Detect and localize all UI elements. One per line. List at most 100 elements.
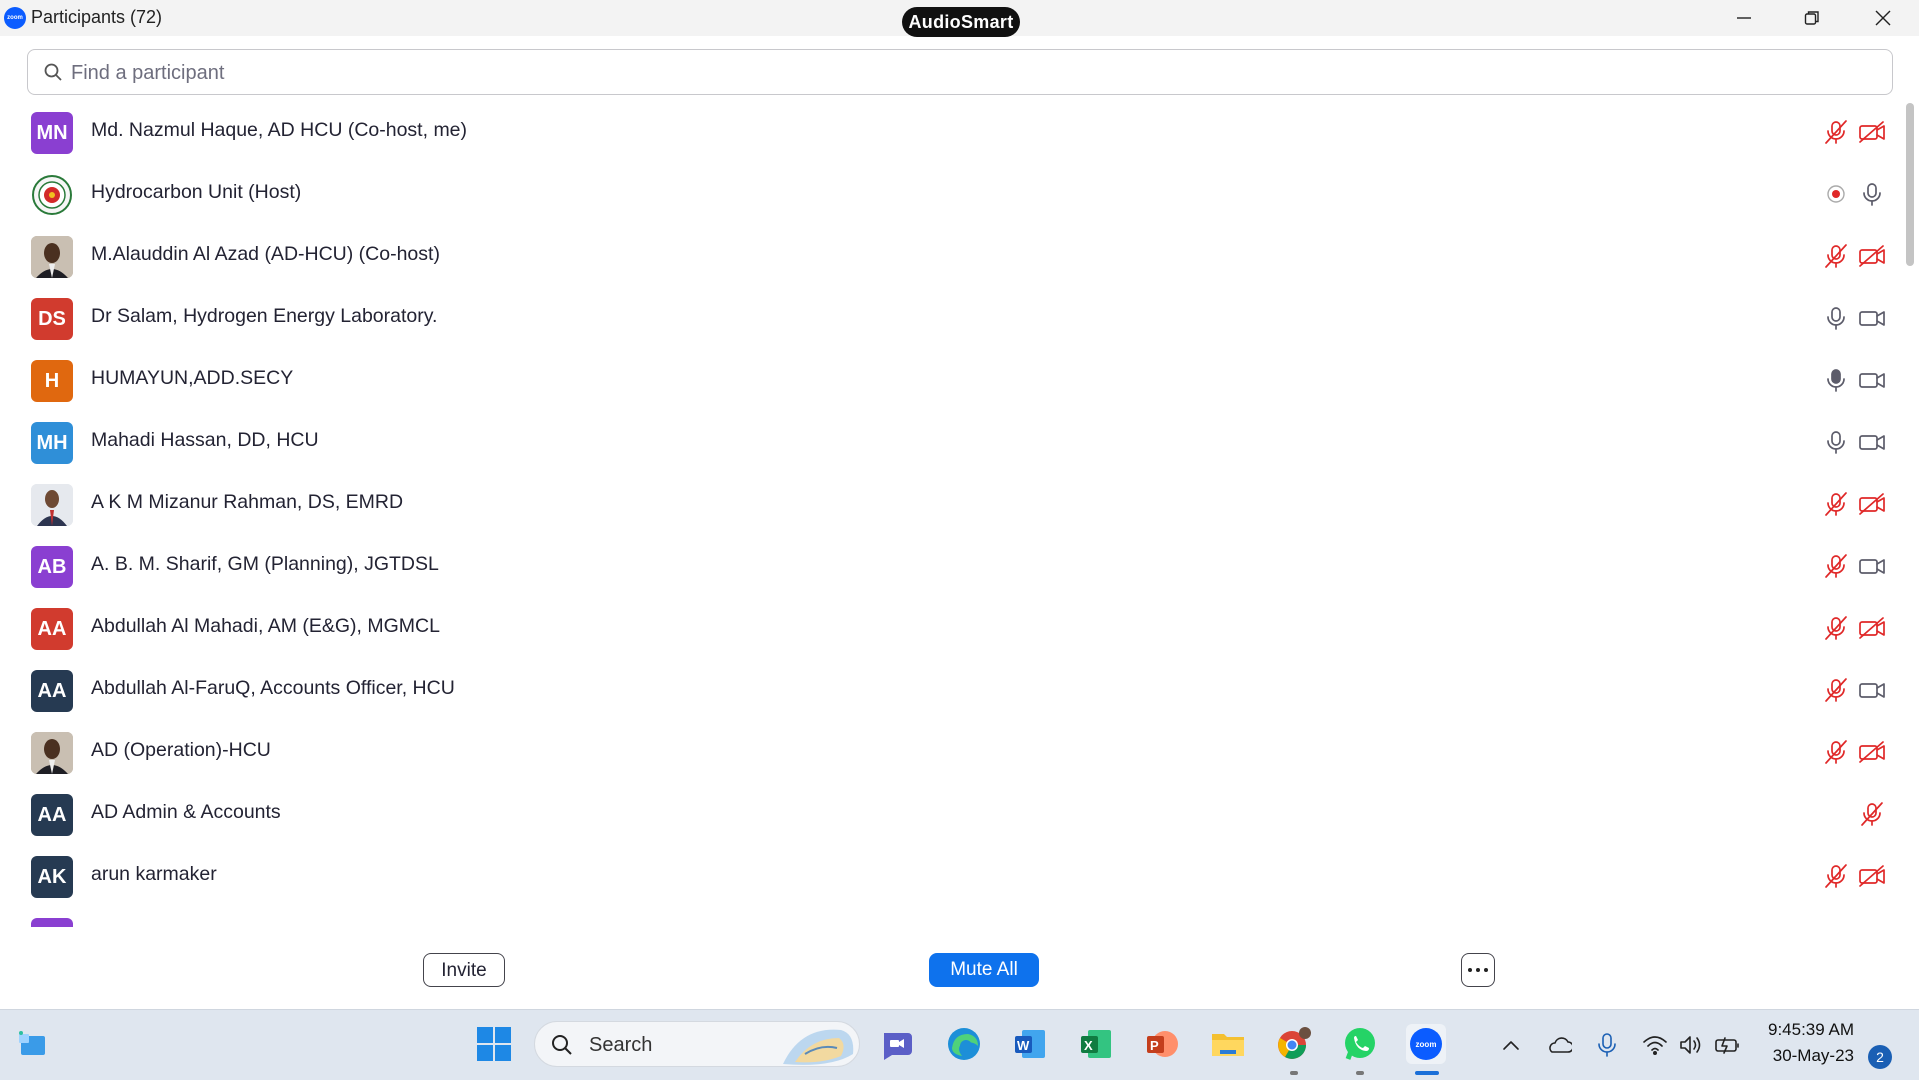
wifi-icon[interactable] xyxy=(1642,1032,1668,1058)
taskbar: Search W X P zoom 9:45:39 AM 30-May-23 2 xyxy=(0,1009,1919,1080)
participant-name: HUMAYUN,ADD.SECY xyxy=(91,367,294,389)
participant-row[interactable]: MN Md. Nazmul Haque, AD HCU (Co-host, me… xyxy=(0,101,1900,163)
mic-muted-icon[interactable] xyxy=(1822,862,1850,890)
photo-avatar xyxy=(31,484,73,526)
restore-button[interactable] xyxy=(1782,0,1842,36)
participant-row[interactable]: AA AD Admin & Accounts xyxy=(0,783,1900,845)
word-icon[interactable]: W xyxy=(1010,1024,1050,1064)
invite-button[interactable]: Invite xyxy=(423,953,505,987)
avatar: AA xyxy=(31,670,73,712)
clock-time[interactable]: 9:45:39 AM xyxy=(1762,1020,1854,1040)
participant-row[interactable]: AD (Operation)-HCU xyxy=(0,721,1900,783)
avatar: AA xyxy=(31,794,73,836)
minimize-button[interactable] xyxy=(1714,0,1774,36)
microphone-icon[interactable] xyxy=(1594,1032,1620,1058)
video-off-icon[interactable] xyxy=(1858,614,1886,642)
participant-row[interactable]: H HUMAYUN,ADD.SECY xyxy=(0,349,1900,411)
participant-search-box[interactable] xyxy=(27,49,1893,95)
video-on-icon[interactable] xyxy=(1858,366,1886,394)
excel-icon[interactable]: X xyxy=(1076,1024,1116,1064)
more-icon xyxy=(1468,968,1472,972)
search-input[interactable] xyxy=(69,56,1853,90)
participant-row[interactable]: A K M Mizanur Rahman, DS, EMRD xyxy=(0,473,1900,535)
mute-all-button[interactable]: Mute All xyxy=(929,953,1039,987)
clock-date[interactable]: 30-May-23 xyxy=(1762,1046,1854,1066)
window-title: Participants (72) xyxy=(31,7,163,27)
start-icon[interactable] xyxy=(474,1024,514,1064)
mic-speaking-icon[interactable] xyxy=(1822,366,1850,394)
onedrive-icon[interactable] xyxy=(1546,1032,1572,1058)
recording-icon xyxy=(1822,180,1850,208)
zoom-icon: zoom xyxy=(1410,1028,1442,1060)
teams-chat-icon[interactable] xyxy=(878,1024,918,1064)
participant-list[interactable]: MN Md. Nazmul Haque, AD HCU (Co-host, me… xyxy=(0,101,1900,927)
video-off-icon[interactable] xyxy=(1858,118,1886,146)
volume-icon[interactable] xyxy=(1678,1032,1704,1058)
mic-muted-icon[interactable] xyxy=(1858,800,1886,828)
widgets-icon[interactable] xyxy=(12,1024,52,1064)
search-icon xyxy=(44,63,62,81)
participant-name: Mahadi Hassan, DD, HCU xyxy=(91,429,319,451)
mic-muted-icon[interactable] xyxy=(1822,242,1850,270)
video-off-icon[interactable] xyxy=(1858,242,1886,270)
scrollbar-thumb[interactable] xyxy=(1906,103,1914,266)
audiosmart-badge[interactable]: AudioSmart xyxy=(902,7,1020,37)
edge-icon[interactable] xyxy=(944,1024,984,1064)
zoom-app-icon: zoom xyxy=(4,7,26,29)
whatsapp-icon[interactable] xyxy=(1340,1024,1380,1064)
zoom-taskbar-button[interactable]: zoom xyxy=(1406,1024,1446,1064)
government-emblem-avatar xyxy=(31,174,73,216)
avatar: H xyxy=(31,360,73,402)
mic-muted-icon[interactable] xyxy=(1822,552,1850,580)
notification-badge[interactable]: 2 xyxy=(1868,1045,1892,1069)
battery-icon[interactable] xyxy=(1714,1032,1740,1058)
mic-on-icon[interactable] xyxy=(1858,180,1886,208)
avatar: AB xyxy=(31,546,73,588)
participant-row[interactable]: AA Abdullah Al Mahadi, AM (E&G), MGMCL xyxy=(0,597,1900,659)
participant-row[interactable]: AA Abdullah Al-FaruQ, Accounts Officer, … xyxy=(0,659,1900,721)
active-app-indicator xyxy=(1415,1071,1439,1075)
mic-muted-icon[interactable] xyxy=(1822,676,1850,704)
participant-row[interactable]: MH Mahadi Hassan, DD, HCU xyxy=(0,411,1900,473)
participant-row[interactable]: AK arun karmaker xyxy=(0,845,1900,907)
participant-row-partial[interactable] xyxy=(0,907,1900,927)
participant-name: A K M Mizanur Rahman, DS, EMRD xyxy=(91,491,404,513)
participant-name: Abdullah Al-FaruQ, Accounts Officer, HCU xyxy=(91,677,455,699)
video-on-icon[interactable] xyxy=(1858,552,1886,580)
participant-row[interactable]: Hydrocarbon Unit (Host) xyxy=(0,163,1900,225)
video-on-icon[interactable] xyxy=(1858,676,1886,704)
mic-on-icon[interactable] xyxy=(1822,304,1850,332)
mic-on-icon[interactable] xyxy=(1822,428,1850,456)
running-app-indicator xyxy=(1290,1071,1298,1075)
close-button[interactable] xyxy=(1853,0,1913,36)
participant-name: AD (Operation)-HCU xyxy=(91,739,271,761)
video-off-icon[interactable] xyxy=(1858,738,1886,766)
mic-muted-icon[interactable] xyxy=(1822,614,1850,642)
participant-name: arun karmaker xyxy=(91,863,217,885)
participant-row[interactable]: DS Dr Salam, Hydrogen Energy Laboratory. xyxy=(0,287,1900,349)
file-explorer-icon[interactable] xyxy=(1208,1024,1248,1064)
powerpoint-icon[interactable]: P xyxy=(1142,1024,1182,1064)
video-on-icon[interactable] xyxy=(1858,428,1886,456)
avatar: AA xyxy=(31,608,73,650)
avatar: DS xyxy=(31,298,73,340)
participant-name: Dr Salam, Hydrogen Energy Laboratory. xyxy=(91,305,438,327)
avatar xyxy=(31,918,73,927)
mic-muted-icon[interactable] xyxy=(1822,118,1850,146)
participant-name: M.Alauddin Al Azad (AD-HCU) (Co-host) xyxy=(91,243,440,265)
participant-name: Hydrocarbon Unit (Host) xyxy=(91,181,302,203)
taskbar-search-box[interactable]: Search xyxy=(534,1021,860,1067)
video-on-icon[interactable] xyxy=(1858,304,1886,332)
chevron-up-icon[interactable] xyxy=(1498,1032,1524,1058)
title-bar: zoom Participants (72) AudioSmart xyxy=(0,0,1919,37)
participant-row[interactable]: AB A. B. M. Sharif, GM (Planning), JGTDS… xyxy=(0,535,1900,597)
photo-avatar xyxy=(31,236,73,278)
search-highlight-image xyxy=(783,1029,854,1065)
video-off-icon[interactable] xyxy=(1858,490,1886,518)
mic-muted-icon[interactable] xyxy=(1822,738,1850,766)
chrome-icon[interactable] xyxy=(1274,1024,1314,1064)
more-options-button[interactable] xyxy=(1461,953,1495,987)
video-off-icon[interactable] xyxy=(1858,862,1886,890)
mic-muted-icon[interactable] xyxy=(1822,490,1850,518)
participant-row[interactable]: M.Alauddin Al Azad (AD-HCU) (Co-host) xyxy=(0,225,1900,287)
